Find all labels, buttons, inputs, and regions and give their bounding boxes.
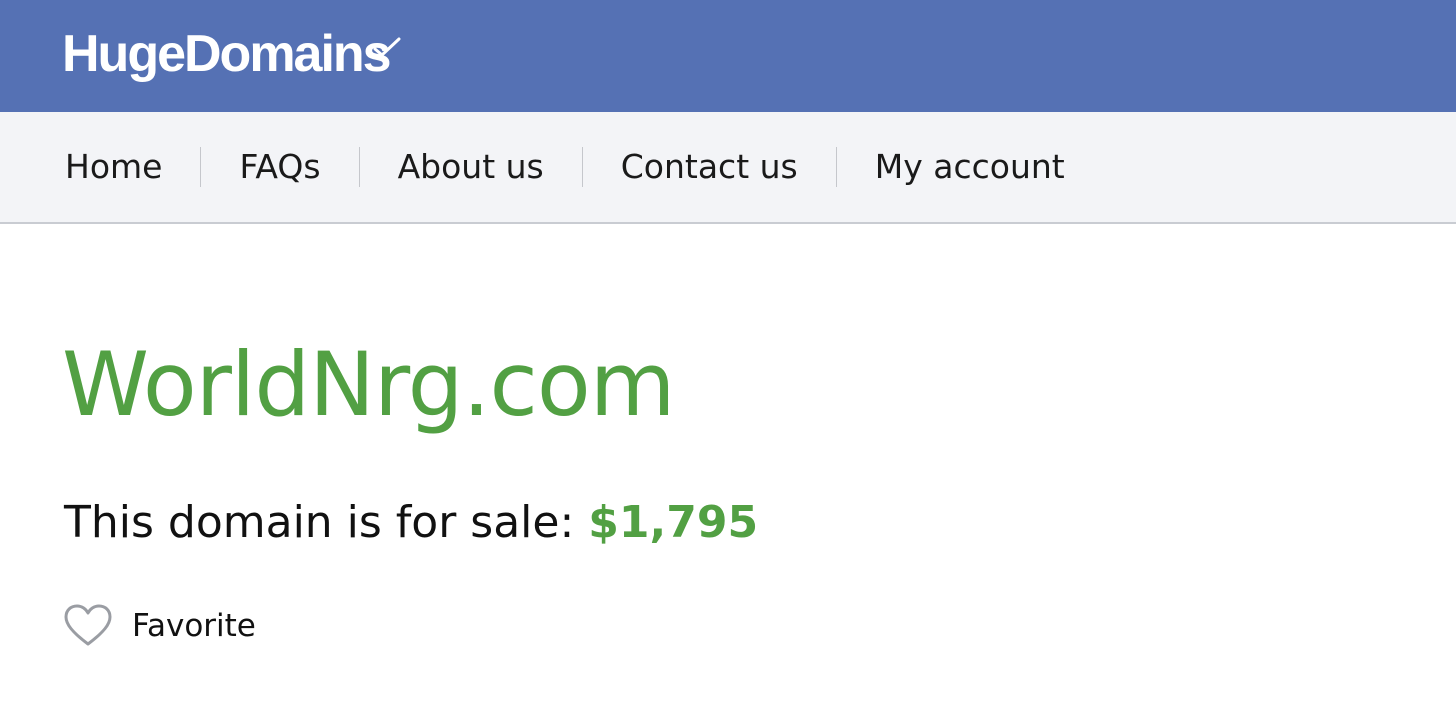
nav-about-us[interactable]: About us xyxy=(358,147,582,187)
nav-home[interactable]: Home xyxy=(0,147,200,187)
nav-contact-us[interactable]: Contact us xyxy=(581,147,836,187)
logo-text: HugeDomains xyxy=(62,25,392,83)
domain-name-heading: WorldNrg.com xyxy=(62,333,675,436)
favorite-button[interactable]: Favorite xyxy=(64,602,256,650)
hugedomains-logo[interactable]: HugeDomains xyxy=(62,22,401,86)
sale-info: This domain is for sale: $1,795 xyxy=(64,495,758,551)
main-navigation: Home FAQs About us Contact us My account xyxy=(0,112,1456,224)
checkmark-icon xyxy=(373,37,401,57)
nav-my-account[interactable]: My account xyxy=(835,147,1103,187)
nav-faqs[interactable]: FAQs xyxy=(200,147,358,187)
favorite-label: Favorite xyxy=(132,608,256,644)
sale-text: This domain is for sale: xyxy=(64,497,575,548)
price: $1,795 xyxy=(588,497,759,548)
site-header: HugeDomains xyxy=(0,0,1456,112)
heart-icon xyxy=(64,604,112,646)
